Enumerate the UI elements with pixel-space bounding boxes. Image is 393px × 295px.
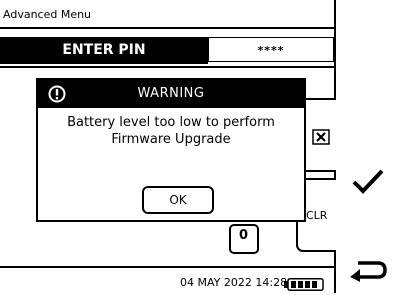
header-divider xyxy=(0,66,334,68)
dialog-message-line-1: Battery level too low to perform xyxy=(67,115,275,130)
dialog-message-line-2: Firmware Upgrade xyxy=(111,132,231,147)
status-datetime: 04 MAY 2022 14:28 xyxy=(180,276,288,289)
zero-key-label: 0 xyxy=(239,228,249,243)
menu-title: Advanced Menu xyxy=(3,8,92,21)
title-bar: Advanced Menu xyxy=(0,0,334,29)
backspace-x-icon xyxy=(312,129,330,149)
status-divider xyxy=(0,266,334,268)
zero-key[interactable]: 0 xyxy=(229,224,259,254)
device-screen: Advanced Menu ENTER PIN **** CLR 0 WARNI… xyxy=(0,0,336,293)
clear-key-label: CLR xyxy=(306,209,328,222)
warning-dialog: WARNING Battery level too low to perform… xyxy=(36,78,306,222)
dialog-title: WARNING xyxy=(137,86,205,101)
pin-label: ENTER PIN xyxy=(0,37,208,64)
pin-input[interactable]: **** xyxy=(208,37,334,62)
ok-button[interactable]: OK xyxy=(142,186,214,214)
dialog-header: WARNING xyxy=(38,80,304,108)
battery-icon xyxy=(284,276,324,295)
return-arrow-icon[interactable] xyxy=(348,258,388,286)
dialog-message: Battery level too low to perform Firmwar… xyxy=(38,114,304,148)
checkmark-icon[interactable] xyxy=(352,168,384,198)
pin-row: ENTER PIN **** xyxy=(0,30,334,66)
